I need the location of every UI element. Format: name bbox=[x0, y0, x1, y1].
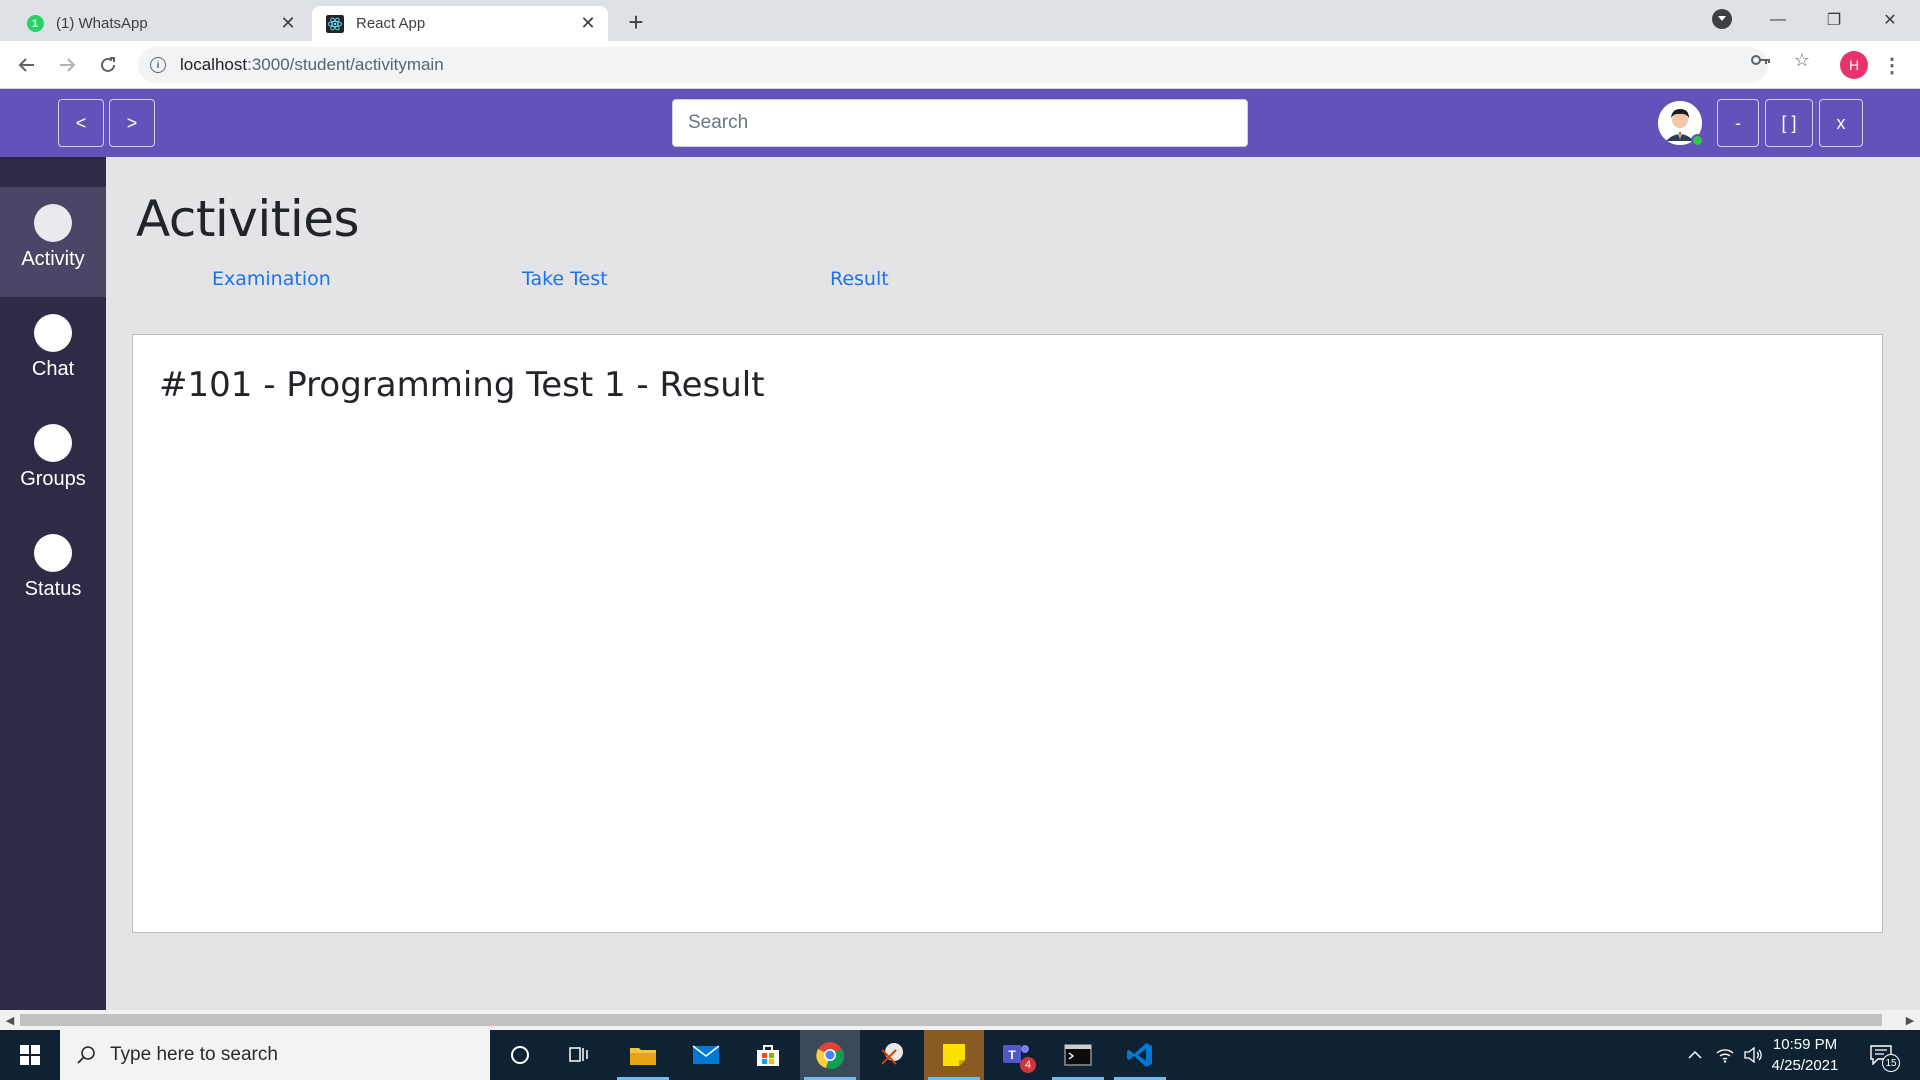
page-title: Activities bbox=[136, 190, 360, 248]
key-icon[interactable] bbox=[1750, 49, 1772, 71]
close-tab-icon[interactable]: ✕ bbox=[576, 12, 600, 36]
taskbar-search-placeholder: Type here to search bbox=[110, 1044, 278, 1065]
app-minimize-button[interactable]: - bbox=[1717, 99, 1759, 147]
teams-notification-badge: 4 bbox=[1020, 1057, 1036, 1073]
whatsapp-icon: 1 bbox=[26, 15, 44, 33]
restore-window-button[interactable]: ❐ bbox=[1812, 4, 1856, 36]
minimize-window-button[interactable]: — bbox=[1756, 4, 1800, 36]
card-title: #101 - Programming Test 1 - Result bbox=[159, 365, 765, 405]
url-text: localhost:3000/student/activitymain bbox=[180, 55, 444, 74]
tab-title: (1) WhatsApp bbox=[56, 15, 148, 32]
tab-examination[interactable]: Examination bbox=[212, 268, 331, 290]
result-card: #101 - Programming Test 1 - Result bbox=[132, 334, 1883, 933]
mail-icon[interactable] bbox=[676, 1030, 736, 1080]
teams-icon[interactable]: T 4 bbox=[986, 1030, 1046, 1080]
scroll-left-arrow-icon[interactable]: ◀ bbox=[3, 1013, 17, 1027]
file-explorer-icon[interactable] bbox=[613, 1030, 673, 1080]
chrome-icon[interactable] bbox=[800, 1030, 860, 1080]
search-icon bbox=[76, 1045, 96, 1065]
sidebar-item-label: Status bbox=[24, 578, 82, 600]
more-options-icon[interactable]: ⋮ bbox=[1882, 51, 1902, 79]
status-icon bbox=[34, 534, 72, 572]
close-window-button[interactable]: ✕ bbox=[1868, 4, 1912, 36]
address-bar[interactable]: i localhost:3000/student/activitymain bbox=[138, 47, 1768, 83]
site-info-icon[interactable]: i bbox=[150, 57, 166, 73]
tab-search-icon[interactable] bbox=[1712, 9, 1732, 29]
new-tab-button[interactable]: + bbox=[622, 7, 650, 37]
clock-date: 4/25/2021 bbox=[1771, 1057, 1839, 1074]
tab-title: React App bbox=[356, 15, 426, 32]
browser-toolbar: i localhost:3000/student/activitymain ☆ … bbox=[0, 41, 1920, 89]
network-icon[interactable] bbox=[1712, 1030, 1738, 1080]
bookmark-star-icon[interactable]: ☆ bbox=[1791, 49, 1813, 71]
tab-react-app[interactable]: React App ✕ bbox=[312, 6, 608, 41]
sidebar-item-status[interactable]: Status bbox=[0, 517, 106, 627]
tab-result[interactable]: Result bbox=[830, 268, 889, 290]
snip-tool-icon[interactable] bbox=[862, 1030, 922, 1080]
app-maximize-button[interactable]: [ ] bbox=[1765, 99, 1813, 147]
sidebar-item-label: Groups bbox=[20, 468, 86, 490]
show-hidden-icons-chevron-icon[interactable] bbox=[1680, 1030, 1710, 1080]
back-arrow-icon[interactable] bbox=[13, 51, 41, 79]
svg-text:T: T bbox=[1008, 1048, 1016, 1062]
sidebar-item-label: Activity bbox=[21, 248, 85, 270]
sidebar-item-activity[interactable]: Activity bbox=[0, 187, 106, 297]
horizontal-scrollbar[interactable]: ◀ ▶ bbox=[0, 1010, 1920, 1030]
windows-start-icon[interactable] bbox=[0, 1030, 60, 1080]
forward-button[interactable]: > bbox=[109, 99, 155, 147]
online-status-indicator bbox=[1691, 134, 1704, 147]
app-header: < > - [ ] x bbox=[0, 89, 1920, 157]
react-icon bbox=[326, 14, 344, 33]
sticky-notes-icon[interactable] bbox=[924, 1030, 984, 1080]
groups-icon bbox=[34, 424, 72, 462]
profile-avatar[interactable]: H bbox=[1840, 51, 1868, 79]
sidebar-item-label: Chat bbox=[31, 358, 75, 380]
forward-arrow-icon[interactable] bbox=[53, 51, 81, 79]
activity-icon bbox=[34, 204, 72, 242]
vscode-icon[interactable] bbox=[1110, 1030, 1170, 1080]
scrollbar-thumb[interactable] bbox=[20, 1014, 1882, 1026]
store-icon[interactable] bbox=[738, 1030, 798, 1080]
tab-take-test[interactable]: Take Test bbox=[522, 268, 608, 290]
cortana-icon[interactable] bbox=[490, 1030, 550, 1080]
taskbar: Type here to search T 4 10:59 PM 4/25/20… bbox=[0, 1030, 1920, 1080]
close-tab-icon[interactable]: ✕ bbox=[276, 12, 300, 36]
terminal-icon[interactable] bbox=[1048, 1030, 1108, 1080]
sidebar: Activity Chat Groups Status bbox=[0, 157, 106, 1010]
taskbar-clock[interactable]: 10:59 PM 4/25/2021 bbox=[1760, 1034, 1850, 1076]
action-center-icon[interactable]: 15 bbox=[1866, 1040, 1900, 1072]
taskbar-search[interactable]: Type here to search bbox=[60, 1030, 490, 1080]
tab-whatsapp[interactable]: 1 (1) WhatsApp ✕ bbox=[12, 6, 308, 41]
clock-time: 10:59 PM bbox=[1772, 1036, 1838, 1053]
sidebar-item-chat[interactable]: Chat bbox=[0, 297, 106, 407]
notification-count-badge: 15 bbox=[1882, 1054, 1900, 1072]
reload-icon[interactable] bbox=[94, 51, 122, 79]
task-view-icon[interactable] bbox=[550, 1030, 610, 1080]
user-avatar[interactable] bbox=[1658, 101, 1704, 147]
back-button[interactable]: < bbox=[58, 99, 104, 147]
browser-tab-strip: 1 (1) WhatsApp ✕ React App ✕ + — ❐ ✕ bbox=[0, 0, 1920, 41]
search-input[interactable] bbox=[672, 99, 1248, 147]
sidebar-item-groups[interactable]: Groups bbox=[0, 407, 106, 517]
chat-icon bbox=[34, 314, 72, 352]
app-close-button[interactable]: x bbox=[1819, 99, 1863, 147]
scroll-right-arrow-icon[interactable]: ▶ bbox=[1903, 1013, 1917, 1027]
